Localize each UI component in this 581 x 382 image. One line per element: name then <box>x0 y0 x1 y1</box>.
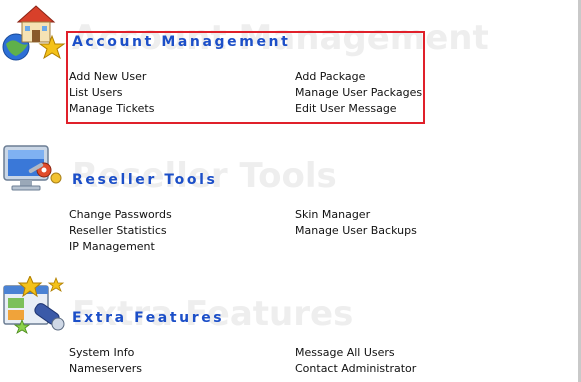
nameservers-link[interactable]: Nameservers <box>69 362 142 375</box>
list-users-link[interactable]: List Users <box>69 86 123 99</box>
message-all-users-link[interactable]: Message All Users <box>295 346 395 359</box>
manage-tickets-link[interactable]: Manage Tickets <box>69 102 154 115</box>
add-package-link[interactable]: Add Package <box>295 70 365 83</box>
account-management-title: Account Management <box>72 34 291 50</box>
reseller-tools-section: Reseller Tools Reseller Tools Change Pas… <box>0 138 581 258</box>
reseller-statistics-link[interactable]: Reseller Statistics <box>69 224 167 237</box>
manage-user-packages-link[interactable]: Manage User Packages <box>295 86 422 99</box>
add-new-user-link[interactable]: Add New User <box>69 70 146 83</box>
ip-management-link[interactable]: IP Management <box>69 240 155 253</box>
skin-manager-link[interactable]: Skin Manager <box>295 208 370 221</box>
change-passwords-link[interactable]: Change Passwords <box>69 208 172 221</box>
extra-features-section: Extra Features Extra Features System Inf… <box>0 276 581 382</box>
monitor-tools-icon <box>3 145 62 191</box>
house-globe-star-icon <box>2 5 66 61</box>
window-stars-telescope-icon <box>3 276 65 334</box>
account-management-section: Account Management Account Management Ad… <box>0 0 581 128</box>
contact-administrator-link[interactable]: Contact Administrator <box>295 362 416 375</box>
manage-user-backups-link[interactable]: Manage User Backups <box>295 224 417 237</box>
edit-user-message-link[interactable]: Edit User Message <box>295 102 397 115</box>
system-info-link[interactable]: System Info <box>69 346 134 359</box>
extra-features-title: Extra Features <box>72 310 225 326</box>
reseller-tools-title: Reseller Tools <box>72 172 218 188</box>
